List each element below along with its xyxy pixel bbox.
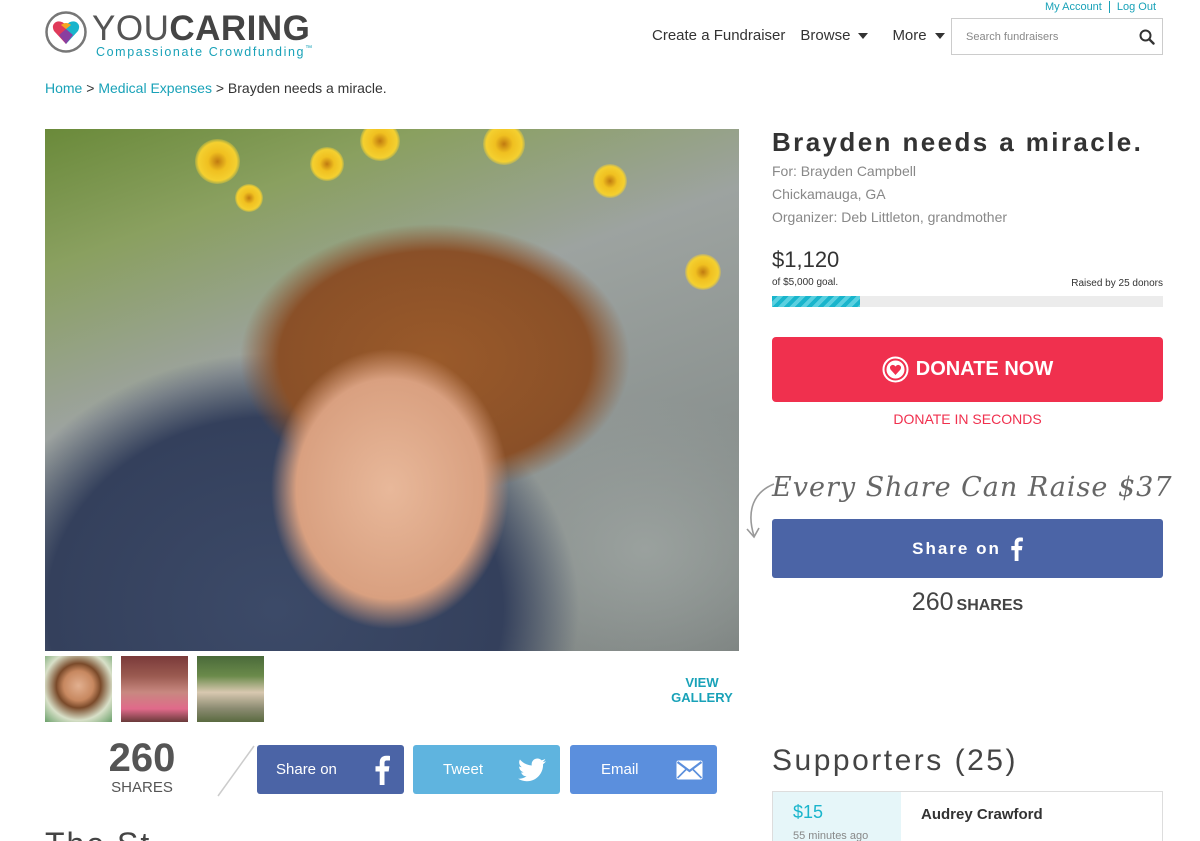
site-logo[interactable]: YOUCARING Compassionate Crowdfunding™: [45, 11, 312, 59]
breadcrumb-separator: >: [86, 80, 95, 96]
account-divider: [1108, 1, 1110, 13]
supporter-amount-box: $15 55 minutes ago: [773, 792, 901, 841]
breadcrumb-category[interactable]: Medical Expenses: [98, 80, 212, 96]
share-on-facebook-label: Share on: [912, 538, 1001, 558]
supporter-item: $15 55 minutes ago Audrey Crawford: [772, 791, 1163, 841]
nav-browse-label: Browse: [800, 27, 851, 44]
share-count: 260 SHARES: [100, 737, 184, 796]
my-account-link[interactable]: My Account: [1045, 1, 1102, 13]
gallery-thumbnails: [45, 656, 273, 722]
nav-browse[interactable]: Browse: [800, 27, 869, 44]
logo-wordmark: YOUCARING: [92, 11, 312, 47]
nav-create-fundraiser[interactable]: Create a Fundraiser: [652, 27, 785, 44]
chevron-down-icon: [858, 32, 869, 39]
share-facebook-button[interactable]: Share on: [257, 745, 404, 794]
email-share-button[interactable]: Email: [570, 745, 717, 794]
breadcrumb-current: Brayden needs a miracle.: [227, 80, 387, 96]
logo-trademark: ™: [305, 45, 313, 52]
photo-flower: [593, 164, 627, 198]
tweet-label: Tweet: [443, 761, 484, 778]
view-gallery-line2: GALLERY: [671, 690, 733, 705]
divider-slash: [217, 745, 255, 797]
supporter-amount: $15: [793, 802, 824, 822]
email-label: Email: [601, 761, 639, 778]
breadcrumb: Home > Medical Expenses > Brayden needs …: [45, 80, 387, 96]
campaign-title: Brayden needs a miracle.: [772, 127, 1144, 157]
breadcrumb-home[interactable]: Home: [45, 80, 82, 96]
gallery-thumbnail[interactable]: [197, 656, 264, 722]
nav-more-label: More: [892, 27, 927, 44]
email-icon: [676, 760, 703, 780]
breadcrumb-separator: >: [215, 80, 225, 96]
gallery-thumbnail[interactable]: [45, 656, 112, 722]
tweet-button[interactable]: Tweet: [413, 745, 560, 794]
donor-count: Raised by 25 donors: [1071, 278, 1163, 289]
search-input[interactable]: [952, 30, 1132, 43]
main-nav: Create a Fundraiser Browse More: [652, 27, 960, 44]
search-box: [951, 18, 1163, 55]
photo-flower: [195, 139, 240, 184]
total-shares-label: SHARES: [956, 597, 1024, 614]
nav-create-label: Create a Fundraiser: [652, 27, 786, 44]
photo-flower: [685, 254, 721, 290]
nav-more[interactable]: More: [892, 27, 945, 44]
heart-logo-icon: [45, 11, 87, 53]
search-icon[interactable]: [1139, 29, 1155, 45]
logo-word-you: YOU: [92, 9, 170, 48]
campaign-organizer: Organizer: Deb Littleton, grandmother: [772, 209, 1008, 225]
photo-flower: [310, 147, 344, 181]
twitter-icon: [518, 758, 546, 782]
donate-heart-icon: [882, 356, 909, 383]
logo-text: YOUCARING Compassionate Crowdfunding™: [92, 11, 312, 60]
facebook-icon: [375, 755, 390, 785]
logo-tagline: Compassionate Crowdfunding™: [96, 45, 312, 59]
donate-now-button[interactable]: DONATE NOW: [772, 337, 1163, 402]
donate-in-seconds-link[interactable]: DONATE IN SECONDS: [772, 411, 1163, 427]
donate-now-label: DONATE NOW: [915, 358, 1054, 380]
photo-flower: [235, 184, 263, 212]
total-shares: 260 SHARES: [772, 588, 1163, 617]
story-heading: The St: [45, 826, 151, 841]
every-share-tagline: Every Share Can Raise $37: [772, 472, 1173, 503]
share-count-label: SHARES: [111, 779, 173, 796]
share-on-facebook-button[interactable]: Share on: [772, 519, 1163, 578]
account-bar: My Account Log Out: [1045, 1, 1156, 13]
supporter-name: Audrey Crawford: [921, 806, 1043, 823]
supporters-heading: Supporters (25): [772, 744, 1018, 777]
campaign-beneficiary: For: Brayden Campbell: [772, 163, 916, 179]
logo-word-caring: CARING: [169, 9, 311, 48]
view-gallery-line1: VIEW: [685, 675, 719, 690]
progress-bar: [772, 296, 1163, 307]
logo-tagline-text: Compassionate Crowdfunding: [96, 45, 306, 59]
photo-flower: [483, 129, 525, 165]
campaign-photo[interactable]: [45, 129, 739, 651]
facebook-icon: [1011, 537, 1023, 561]
share-count-number: 260: [108, 736, 176, 780]
amount-raised: $1,120: [772, 247, 840, 272]
total-shares-number: 260: [911, 588, 954, 616]
progress-fill: [772, 296, 860, 307]
photo-flower: [360, 129, 400, 161]
goal-amount: of $5,000 goal.: [772, 277, 839, 288]
chevron-down-icon: [934, 32, 945, 39]
share-facebook-label: Share on: [276, 761, 337, 778]
log-out-link[interactable]: Log Out: [1117, 1, 1156, 13]
supporter-time: 55 minutes ago: [793, 830, 869, 841]
campaign-location: Chickamauga, GA: [772, 186, 886, 202]
view-gallery-link[interactable]: VIEW GALLERY: [664, 675, 740, 705]
gallery-thumbnail[interactable]: [121, 656, 188, 722]
